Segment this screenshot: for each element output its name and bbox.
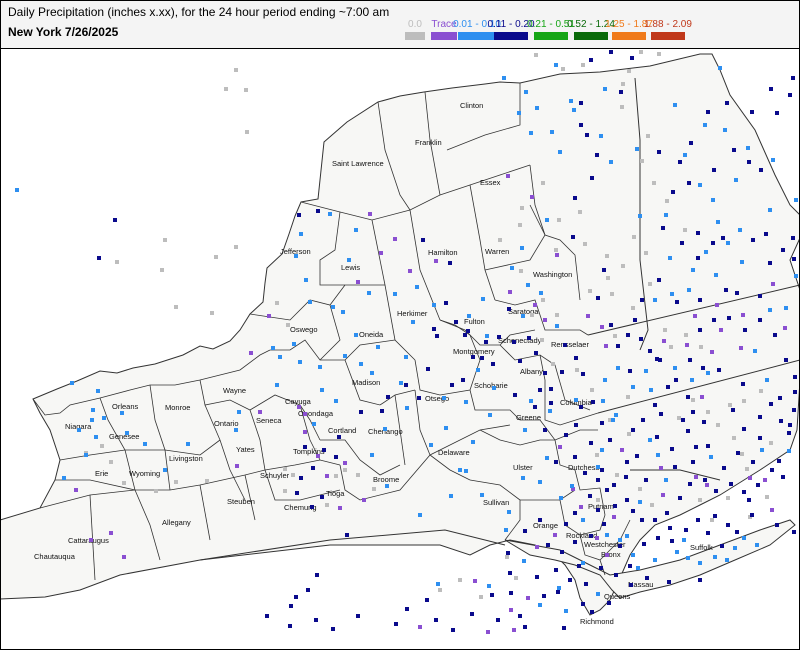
map-frame: [0, 0, 800, 650]
page: Daily Precipitation (inches x.xx), for t…: [0, 0, 800, 650]
